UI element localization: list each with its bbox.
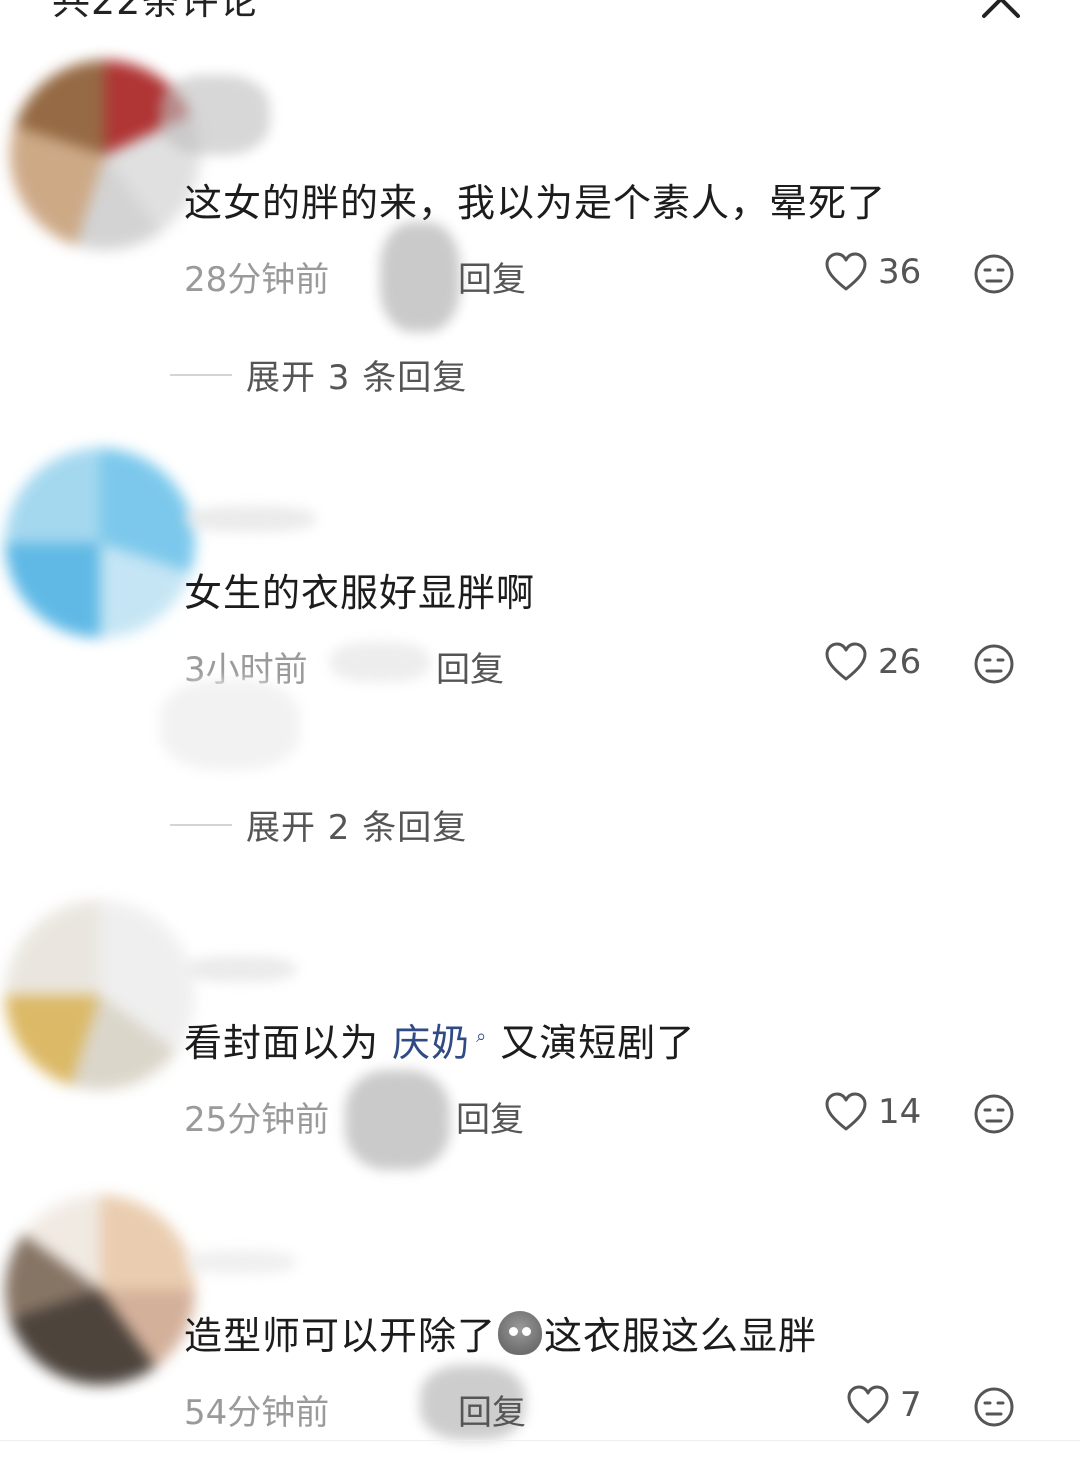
close-icon[interactable]: [978, 0, 1024, 22]
comment-text-part: 这衣服这么显胖: [544, 1314, 818, 1358]
avatar[interactable]: [5, 448, 195, 638]
comment-text-part: 造型师可以开除了: [184, 1314, 497, 1358]
comment-text-part: 看封面以为: [184, 1021, 393, 1065]
redacted-location: [345, 1070, 450, 1170]
like-count: 36: [878, 252, 922, 292]
comment-time: 28分钟前: [184, 260, 330, 300]
like-count: 14: [878, 1092, 922, 1132]
comment-text: 女生的衣服好显胖啊: [184, 571, 536, 615]
comment-text-part: 又演短剧了: [487, 1021, 696, 1065]
bottom-divider: [0, 1440, 1080, 1441]
like-button[interactable]: 36: [824, 252, 921, 292]
like-count: 7: [900, 1385, 922, 1425]
neutral-face-icon[interactable]: [973, 643, 1015, 685]
comment-time: 54分钟前: [184, 1393, 330, 1433]
comment-text: 这女的胖的来，我以为是个素人，晕死了: [184, 181, 887, 225]
reply-button[interactable]: 回复: [458, 252, 526, 301]
comment-text: 看封面以为 庆奶 ⌕ 又演短剧了: [184, 1012, 695, 1067]
heart-outline-icon: [825, 642, 867, 681]
comment-time: 25分钟前: [184, 1100, 330, 1140]
neutral-face-icon[interactable]: [973, 253, 1015, 295]
like-button[interactable]: 26: [824, 642, 921, 682]
like-button[interactable]: 7: [846, 1385, 922, 1425]
expand-replies-button[interactable]: 展开 2 条回复: [170, 800, 467, 849]
divider-line: [170, 373, 232, 376]
expand-replies-button[interactable]: 展开 3 条回复: [170, 350, 467, 399]
redacted-username: [186, 506, 316, 532]
redacted-sticker: [160, 680, 300, 770]
heart-outline-icon: [825, 1092, 867, 1131]
neutral-face-icon[interactable]: [973, 1093, 1015, 1135]
like-count: 26: [878, 642, 922, 682]
mention-link[interactable]: 庆奶: [392, 1021, 470, 1065]
reply-button[interactable]: 回复: [458, 1385, 526, 1434]
avatar[interactable]: [5, 900, 195, 1090]
emoji-sticker-icon: [498, 1311, 543, 1355]
heart-outline-icon: [825, 252, 867, 291]
redacted-location: [380, 222, 460, 332]
neutral-face-icon[interactable]: [973, 1386, 1015, 1428]
comments-count-title: 共22条评论: [52, 0, 259, 23]
expand-replies-label: 展开 2 条回复: [246, 808, 468, 848]
expand-replies-label: 展开 3 条回复: [246, 358, 468, 398]
reply-button[interactable]: 回复: [456, 1092, 524, 1141]
avatar[interactable]: [5, 1195, 195, 1385]
redacted-username: [186, 1250, 296, 1274]
search-icon[interactable]: ⌕: [476, 1026, 487, 1047]
redacted-username: [160, 75, 270, 155]
redacted-username: [186, 956, 296, 982]
reply-button[interactable]: 回复: [436, 642, 504, 691]
divider-line: [170, 823, 232, 826]
like-button[interactable]: 14: [824, 1092, 921, 1132]
comment-text: 造型师可以开除了 这衣服这么显胖: [184, 1305, 817, 1360]
heart-outline-icon: [847, 1385, 889, 1424]
redacted-location: [330, 642, 430, 682]
